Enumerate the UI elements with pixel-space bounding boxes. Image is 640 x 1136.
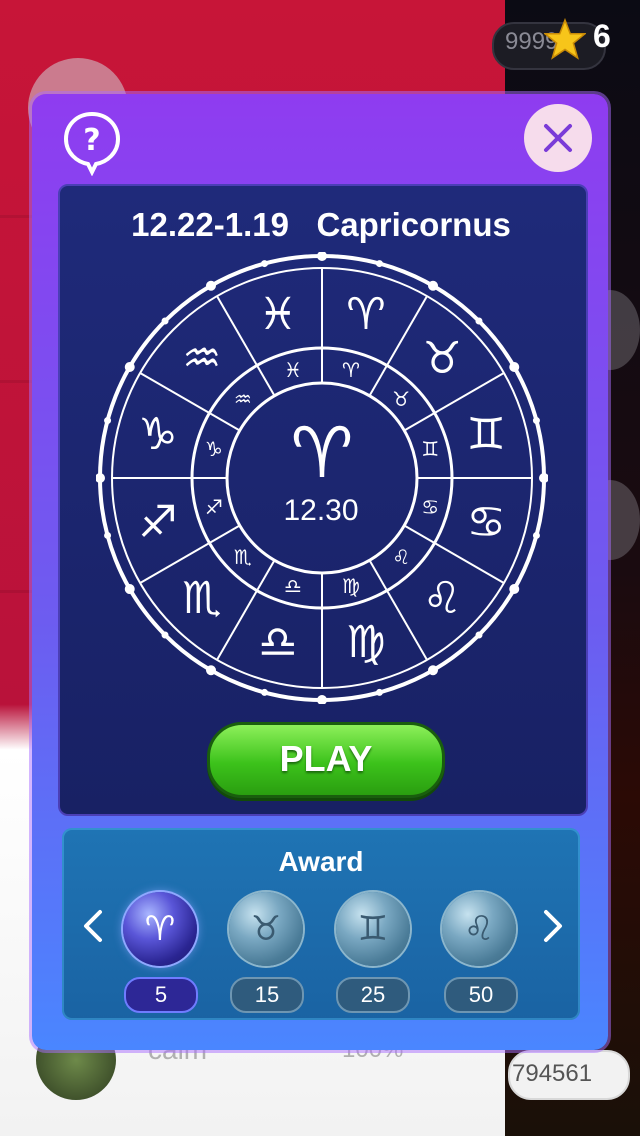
close-icon bbox=[544, 124, 572, 152]
zodiac-wheel: ♈♉♊♋♌♍♎♏♐♑♒♓ ♈♉♊♋♌♍♎♏♐♑♒♓ ♈ bbox=[96, 252, 548, 704]
taurus-figure-icon: ♉ bbox=[422, 333, 461, 384]
wheel-star bbox=[124, 362, 135, 372]
wheel-star bbox=[161, 631, 169, 639]
taurus-icon: ♉ bbox=[251, 909, 281, 949]
wheel-star bbox=[104, 417, 112, 425]
wheel-star bbox=[509, 362, 520, 372]
center-value: 12.30 bbox=[283, 494, 359, 527]
wheel-star bbox=[206, 665, 216, 676]
wheel-star bbox=[261, 260, 269, 268]
award-value-badge: 25 bbox=[336, 977, 410, 1013]
arrow-left-icon[interactable] bbox=[78, 906, 108, 946]
scorpio-figure-icon: ♏ bbox=[182, 573, 221, 624]
sagittarius-icon: ♐ bbox=[205, 495, 223, 519]
wheel-star bbox=[375, 688, 383, 696]
wheel-star bbox=[317, 252, 327, 261]
play-button[interactable]: PLAY bbox=[207, 722, 445, 798]
wheel-star bbox=[206, 280, 216, 291]
award-title: Award bbox=[278, 846, 364, 877]
award-orb-gemini[interactable]: ♊ bbox=[336, 892, 410, 966]
pisces-icon: ♓ bbox=[284, 358, 302, 382]
wheel-star bbox=[161, 317, 169, 325]
sagittarius-figure-icon: ♐ bbox=[138, 497, 177, 548]
wheel-star bbox=[532, 417, 540, 425]
help-button[interactable]: ? bbox=[62, 110, 122, 176]
virgo-figure-icon: ♍ bbox=[346, 617, 385, 668]
aries-icon: ♈ bbox=[145, 909, 175, 949]
virgo-icon: ♍ bbox=[342, 574, 360, 598]
aries-figure-icon: ♈ bbox=[346, 289, 385, 340]
capricorn-icon: ♑ bbox=[205, 437, 223, 461]
gemini-figure-icon: ♊ bbox=[466, 409, 505, 460]
wheel-star bbox=[509, 584, 520, 594]
leo-icon: ♌ bbox=[464, 909, 494, 949]
wheel-star bbox=[428, 665, 438, 676]
wheel-star bbox=[261, 688, 269, 696]
cancer-figure-icon: ♋ bbox=[466, 497, 505, 548]
aries-icon: ♈ bbox=[291, 412, 354, 494]
pisces-figure-icon: ♓ bbox=[258, 289, 297, 340]
cancer-icon: ♋ bbox=[421, 495, 439, 519]
aquarius-icon: ♒ bbox=[234, 387, 252, 411]
wheel-star bbox=[539, 473, 548, 483]
wheel-star bbox=[317, 695, 327, 704]
arrow-right-icon[interactable] bbox=[538, 906, 568, 946]
wheel-star bbox=[104, 531, 112, 539]
award-orb-aries[interactable]: ♈ bbox=[123, 892, 197, 966]
wheel-star bbox=[96, 473, 105, 483]
wheel-star bbox=[475, 631, 483, 639]
wheel-star bbox=[532, 531, 540, 539]
wheel-star bbox=[428, 280, 438, 291]
gemini-icon: ♊ bbox=[358, 909, 388, 949]
zodiac-title: 12.22-1.19 Capricornus bbox=[131, 206, 511, 243]
libra-figure-icon: ♎ bbox=[258, 617, 297, 668]
star-icon bbox=[544, 18, 586, 60]
aries-icon: ♈ bbox=[342, 358, 360, 382]
close-button[interactable] bbox=[524, 104, 592, 172]
award-orb-leo[interactable]: ♌ bbox=[442, 892, 516, 966]
gemini-icon: ♊ bbox=[421, 437, 439, 461]
award-value-badge: 50 bbox=[444, 977, 518, 1013]
wheel-star bbox=[375, 260, 383, 268]
taurus-icon: ♉ bbox=[392, 387, 410, 411]
star-count: 6 bbox=[593, 18, 611, 54]
capricorn-figure-icon: ♑ bbox=[138, 409, 177, 460]
aquarius-figure-icon: ♒ bbox=[182, 333, 221, 384]
libra-icon: ♎ bbox=[284, 574, 302, 598]
award-value-badge: 15 bbox=[230, 977, 304, 1013]
award-value-badge: 5 bbox=[124, 977, 198, 1013]
player-score: 794561 bbox=[512, 1060, 593, 1087]
question-icon: ? bbox=[83, 123, 100, 158]
scorpio-icon: ♏ bbox=[234, 545, 252, 569]
award-orb-taurus[interactable]: ♉ bbox=[229, 892, 303, 966]
leo-figure-icon: ♌ bbox=[422, 573, 461, 624]
leo-icon: ♌ bbox=[392, 545, 410, 569]
wheel-star bbox=[475, 317, 483, 325]
wheel-star bbox=[124, 584, 135, 594]
